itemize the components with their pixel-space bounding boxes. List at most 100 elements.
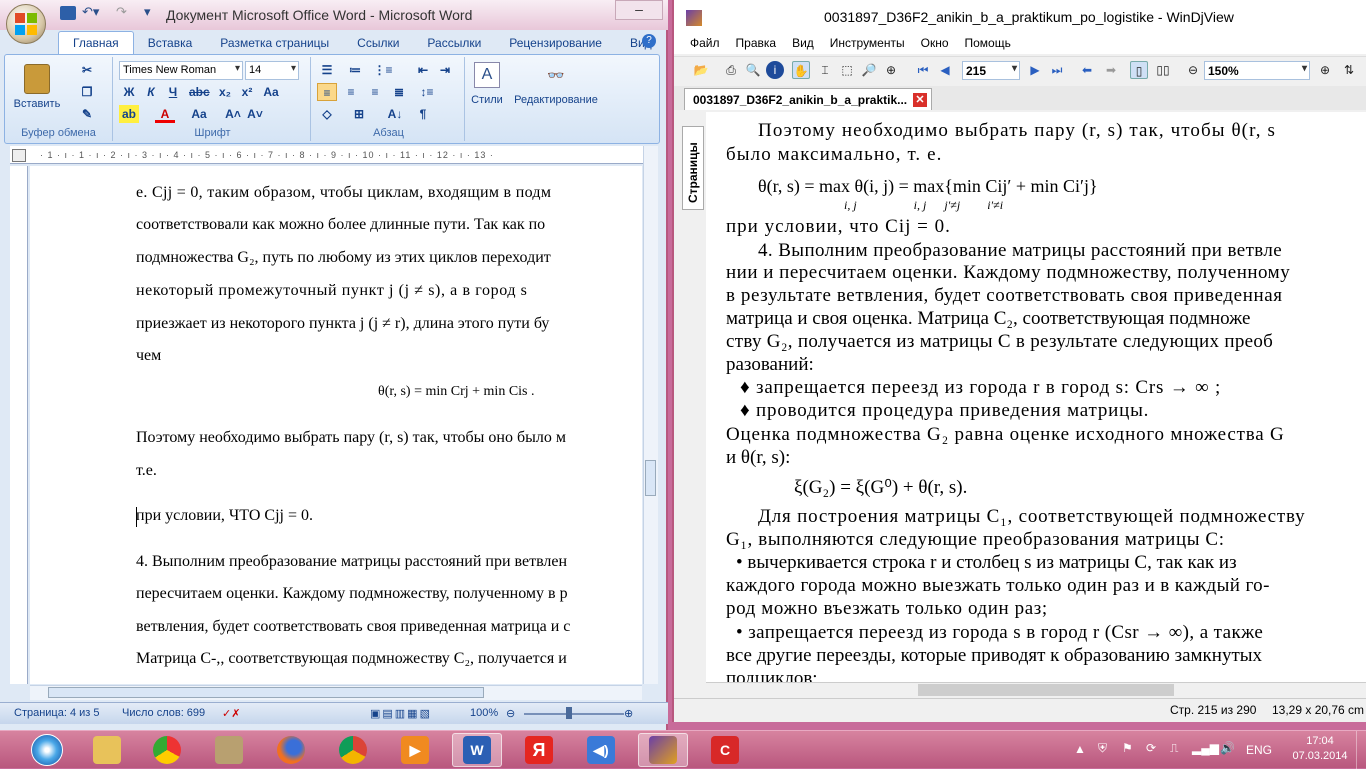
subscript-icon[interactable]: x₂ [215,83,235,101]
menu-help[interactable]: Помощь [957,34,1019,54]
format-painter-icon[interactable]: ✎ [77,105,97,123]
menu-window[interactable]: Окно [913,34,957,54]
menu-file[interactable]: Файл [682,34,728,54]
taskbar-media-player[interactable]: ▶ [390,733,440,767]
proofing-icon[interactable]: ✓✗ [222,707,240,720]
borders-icon[interactable]: ⊞ [349,105,369,123]
clock[interactable]: 17:04 07.03.2014 [1290,734,1350,764]
zoom-out-icon[interactable]: ⊖ [506,707,515,720]
document-tab[interactable]: 0031897_D36F2_anikin_b_a_praktik... ✕ [684,88,932,110]
font-size-change-icon[interactable]: Aa [189,105,209,123]
bold-icon[interactable]: Ж [119,83,139,101]
start-button[interactable] [22,733,72,767]
page-count[interactable]: Страница: 4 из 5 [14,707,100,719]
view-buttons[interactable]: ▣▤▥▦▧ [370,707,432,720]
print-icon[interactable]: ⎙ [722,61,740,79]
open-icon[interactable]: 📂 [692,61,710,79]
horizontal-ruler[interactable]: · 1 · ı · 1 · ı · 2 · ı · 3 · ı · 4 · ı … [10,146,658,164]
hand-tool-icon[interactable]: ✋ [792,61,810,79]
taskbar-archive[interactable] [204,733,254,767]
vertical-scroll-thumb[interactable] [645,460,656,496]
menu-view[interactable]: Вид [784,34,822,54]
highlight-icon[interactable]: ab [119,105,139,123]
taskbar-chrome[interactable] [328,733,378,767]
customize-qat-icon[interactable]: ▾ [144,4,151,20]
back-icon[interactable]: ⬅ [1078,61,1096,79]
tab-view[interactable]: Вид [616,32,666,54]
show-desktop-button[interactable] [1356,731,1366,769]
info-icon[interactable]: i [766,61,784,79]
tab-page-layout[interactable]: Разметка страницы [206,32,343,54]
vertical-scrollbar[interactable] [643,146,658,684]
show-formatting-icon[interactable]: ¶ [413,105,433,123]
menu-edit[interactable]: Правка [728,34,785,54]
document-page[interactable]: е. Cjj = 0, таким образом, чтобы циклам,… [30,166,642,684]
vertical-ruler[interactable] [10,166,28,684]
help-icon[interactable]: ? [642,34,656,48]
numbering-icon[interactable]: ≔ [345,61,365,79]
sort-icon[interactable]: A↓ [385,105,405,123]
align-center-icon[interactable]: ≡ [341,83,361,101]
tab-mailings[interactable]: Рассылки [413,32,495,54]
taskbar-yandex[interactable]: Я [514,733,564,767]
zoom-tool-icon[interactable]: 🔎 [860,61,878,79]
line-spacing-icon[interactable]: ↕≡ [417,83,437,101]
zoom-rect-icon[interactable]: ⊕ [882,61,900,79]
djview-scroll-thumb[interactable] [918,684,1174,696]
zoom-out-djv-icon[interactable]: ⊖ [1184,61,1202,79]
justify-icon[interactable]: ≣ [389,83,409,101]
taskbar-sound[interactable]: ◀) [576,733,626,767]
save-icon[interactable] [60,6,76,20]
text-select-icon[interactable]: ⌶ [816,61,834,79]
word-count[interactable]: Число слов: 699 [122,707,205,719]
first-page-icon[interactable]: ⏮ [914,61,932,79]
taskbar-firefox[interactable] [266,733,316,767]
taskbar-app-red[interactable]: C [700,733,750,767]
zoom-slider[interactable] [524,713,624,715]
styles-button[interactable]: A Стили [467,59,507,123]
minimize-button[interactable]: – [615,0,663,20]
signal-icon[interactable]: ▂▄▆ [1192,741,1219,755]
taskbar-windjview[interactable] [638,733,688,767]
taskbar-word[interactable]: W [452,733,502,767]
keyboard-language[interactable]: ENG [1246,743,1272,757]
shield-icon[interactable]: ⛨ [1098,741,1107,756]
underline-icon[interactable]: Ч [163,83,183,101]
tab-home[interactable]: Главная [58,31,134,54]
tab-references[interactable]: Ссылки [343,32,413,54]
increase-indent-icon[interactable]: ⇥ [435,61,455,79]
rotate-icon[interactable]: ⇅ [1340,61,1358,79]
office-button[interactable] [6,4,46,44]
network-icon[interactable]: ⚑ [1122,741,1133,755]
menu-tools[interactable]: Инструменты [822,34,913,54]
horizontal-scroll-thumb[interactable] [48,687,484,698]
font-name-combo[interactable]: Times New Roman [119,61,243,80]
last-page-icon[interactable]: ⏭ [1048,61,1066,79]
undo-icon[interactable]: ↶▾ [82,4,99,20]
tab-selector[interactable] [12,149,26,162]
align-left-icon[interactable]: ≡ [317,83,337,101]
italic-icon[interactable]: К [141,83,161,101]
copy-icon[interactable]: ❐ [77,83,97,101]
djvu-page[interactable]: Поэтому необходимо выбрать пару (r, s) т… [706,112,1366,682]
font-size-combo[interactable]: 14 [245,61,299,80]
change-case-icon[interactable]: Aa [261,83,281,101]
paste-button[interactable]: Вставить [9,59,65,123]
taskbar-explorer[interactable] [82,733,132,767]
forward-icon[interactable]: ➡ [1102,61,1120,79]
grow-font-icon[interactable]: A˄ [223,105,243,123]
redo-icon[interactable]: ↷ [116,4,127,20]
rect-select-icon[interactable]: ⬚ [838,61,856,79]
volume-icon[interactable]: 🔊 [1220,741,1235,755]
taskbar-chrome-canary[interactable] [142,733,192,767]
zoom-slider-thumb[interactable] [566,707,572,719]
prev-page-icon[interactable]: ◀ [936,61,954,79]
strikethrough-icon[interactable]: abc [189,83,210,101]
single-page-icon[interactable]: ▯ [1130,61,1148,79]
zoom-level[interactable]: 100% [470,707,498,719]
bullets-icon[interactable]: ☰ [317,61,337,79]
zoom-in-djv-icon[interactable]: ⊕ [1316,61,1334,79]
font-color-icon[interactable]: A [155,105,175,123]
page-number-combo[interactable]: 215 [962,61,1020,80]
next-page-icon[interactable]: ▶ [1026,61,1044,79]
